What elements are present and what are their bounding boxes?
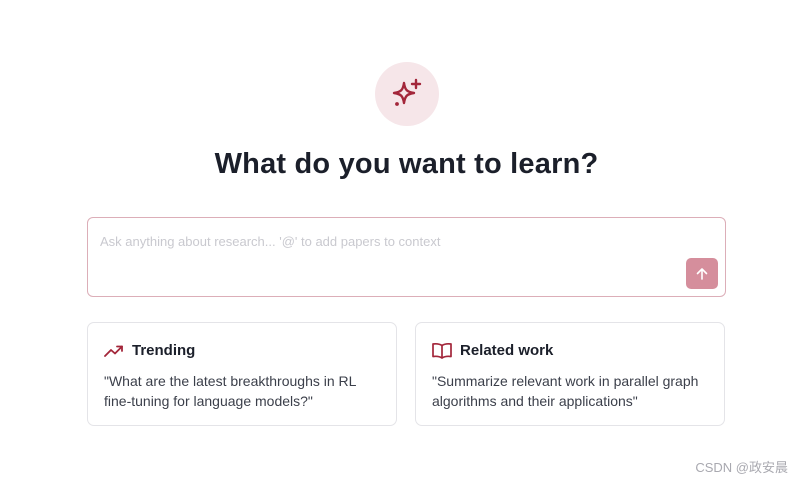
trending-up-icon (104, 345, 123, 357)
suggestion-card-trending[interactable]: Trending "What are the latest breakthrou… (87, 322, 397, 426)
card-header: Related work (432, 342, 553, 359)
hero-sparkles-badge (375, 62, 439, 126)
sparkles-icon (392, 78, 422, 106)
open-book-icon (432, 342, 452, 359)
send-button[interactable] (686, 258, 718, 289)
card-title: Trending (132, 342, 196, 359)
arrow-up-icon (696, 267, 708, 280)
search-input[interactable] (100, 230, 680, 252)
card-title: Related work (460, 342, 554, 359)
card-prompt: "Summarize relevant work in parallel gra… (432, 373, 699, 409)
page-title: What do you want to learn? (214, 148, 599, 180)
card-prompt: "What are the latest breakthroughs in RL… (104, 373, 356, 409)
watermark: CSDN @政安晨 (695, 460, 788, 475)
suggestion-card-related-work[interactable]: Related work "Summarize relevant work in… (415, 322, 725, 426)
card-header: Trending (104, 342, 195, 359)
search-box[interactable] (87, 217, 726, 297)
